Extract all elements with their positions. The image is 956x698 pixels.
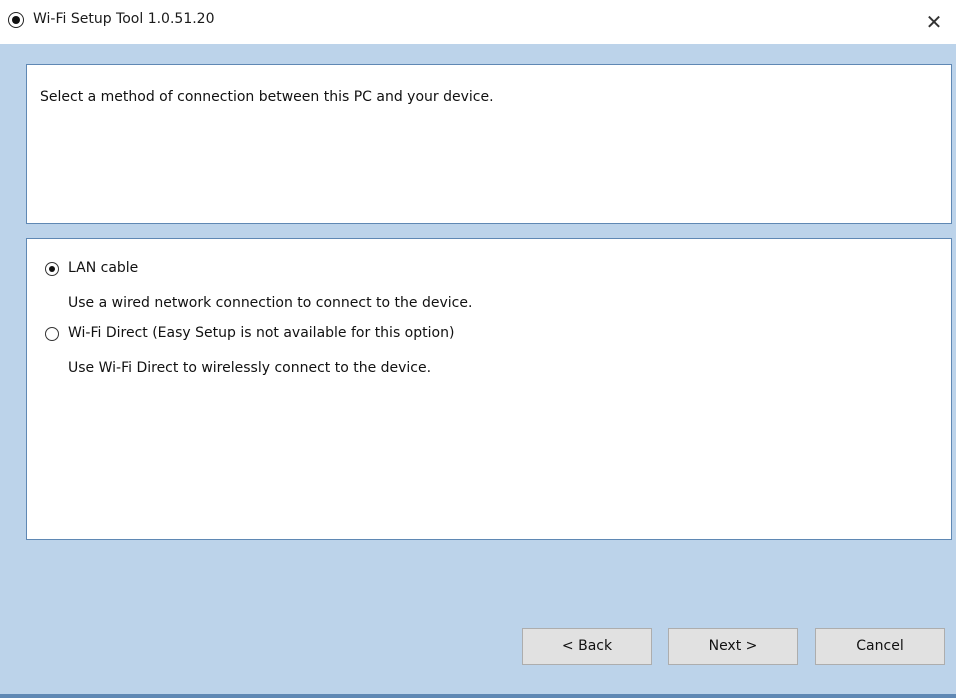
dialog-body: Select a method of connection between th…: [0, 44, 956, 698]
lan-cable-label[interactable]: LAN cable: [68, 260, 138, 276]
instruction-text: Select a method of connection between th…: [40, 89, 494, 105]
back-button[interactable]: < Back: [522, 628, 652, 665]
window-title: Wi-Fi Setup Tool 1.0.51.20: [33, 11, 215, 27]
app-icon: [8, 12, 24, 28]
window-bottom-border: [0, 694, 956, 698]
title-bar: Wi-Fi Setup Tool 1.0.51.20 ✕: [0, 0, 956, 44]
setup-window: Wi-Fi Setup Tool 1.0.51.20 ✕ Select a me…: [0, 0, 956, 698]
connection-options-panel: LAN cable Use a wired network connection…: [26, 238, 952, 540]
cancel-button[interactable]: Cancel: [815, 628, 945, 665]
wifi-direct-label[interactable]: Wi-Fi Direct (Easy Setup is not availabl…: [68, 325, 454, 341]
lan-cable-description: Use a wired network connection to connec…: [68, 295, 473, 311]
lan-cable-radio[interactable]: [45, 262, 59, 276]
next-button[interactable]: Next >: [668, 628, 798, 665]
wifi-direct-description: Use Wi-Fi Direct to wirelessly connect t…: [68, 360, 432, 376]
wifi-direct-radio[interactable]: [45, 327, 59, 341]
close-icon[interactable]: ✕: [912, 4, 956, 40]
instruction-panel: Select a method of connection between th…: [26, 64, 952, 224]
